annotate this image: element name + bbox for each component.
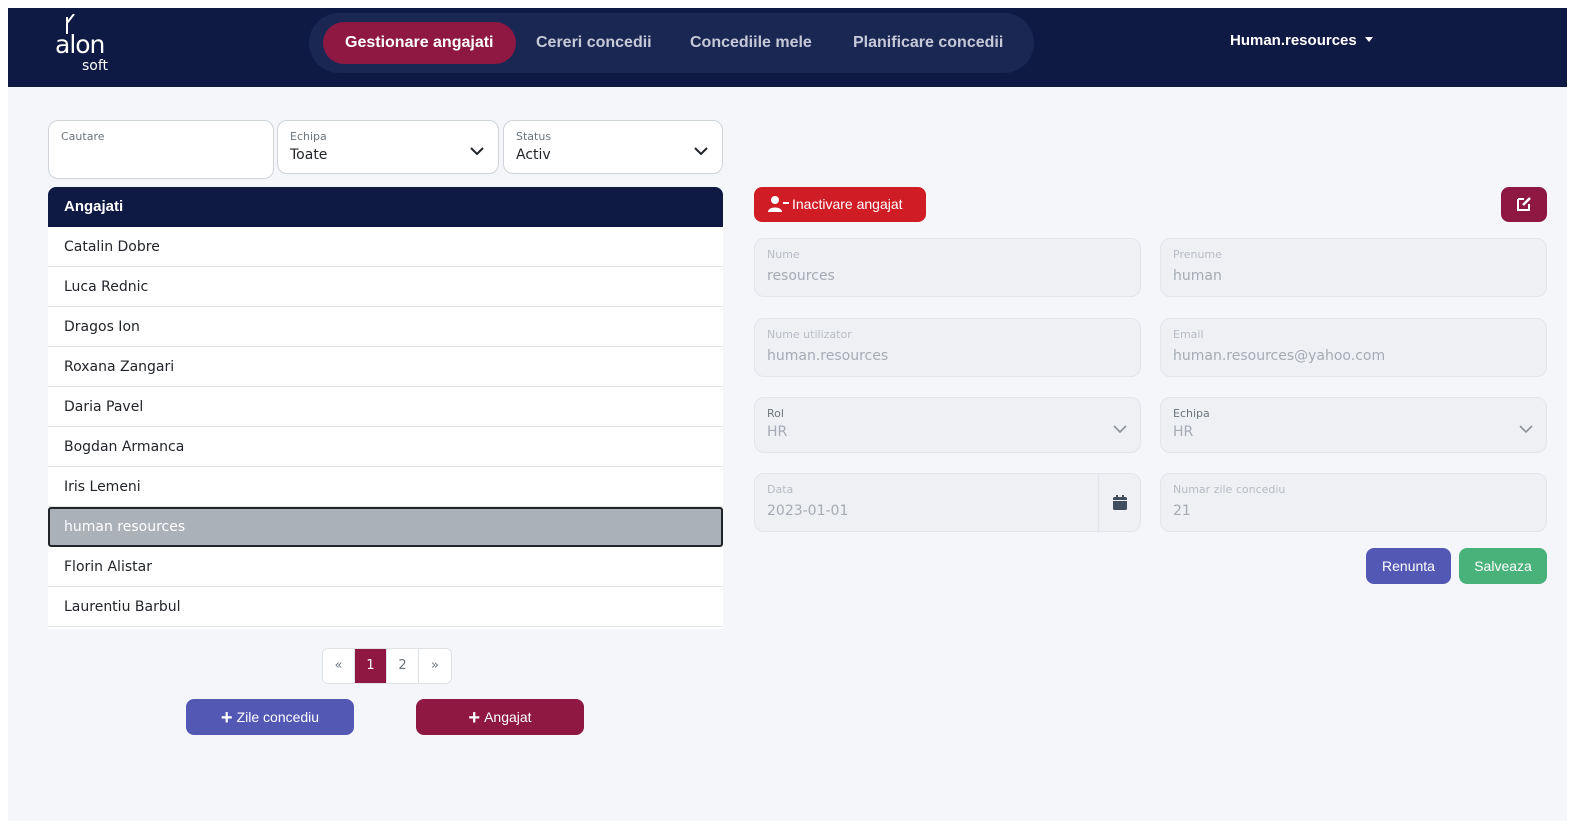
employee-row[interactable]: Florin Alistar xyxy=(48,547,723,587)
role-select[interactable]: Rol HR xyxy=(754,397,1141,453)
employee-row[interactable]: Bogdan Armanca xyxy=(48,427,723,467)
add-employee-label: Angajat xyxy=(484,709,532,725)
app-window: alon soft Gestionare angajati Cereri con… xyxy=(8,8,1567,821)
date-input[interactable]: 2023-01-01 xyxy=(767,503,848,519)
role-label: Rol xyxy=(767,407,784,420)
first-name-input[interactable]: human xyxy=(1173,268,1222,284)
nav-concediile-mele[interactable]: Concediile mele xyxy=(690,22,812,64)
user-name: Human.resources xyxy=(1230,32,1357,49)
last-name-label: Nume xyxy=(767,248,800,261)
user-menu-dropdown[interactable]: Human.resources xyxy=(1230,32,1373,49)
employee-list-header: Angajati xyxy=(48,187,723,227)
last-name-input[interactable]: resources xyxy=(767,268,835,284)
pagination-page-1[interactable]: 1 xyxy=(355,649,387,683)
logo-subtext: soft xyxy=(82,58,109,74)
add-leave-days-button[interactable]: + Zile concediu xyxy=(186,699,354,735)
pagination: « 1 2 » xyxy=(322,648,452,684)
team-filter-value: Toate xyxy=(290,147,328,163)
add-leave-days-label: Zile concediu xyxy=(236,709,320,725)
inactivate-employee-label: Inactivare angajat xyxy=(792,196,903,212)
main-nav: Gestionare angajati Cereri concedii Conc… xyxy=(309,13,1034,73)
team-value: HR xyxy=(1173,424,1194,440)
email-input[interactable]: human.resources@yahoo.com xyxy=(1173,348,1385,364)
last-name-field[interactable]: Nume resources xyxy=(754,238,1141,297)
plus-icon: + xyxy=(220,707,233,729)
team-filter-select[interactable]: Echipa Toate xyxy=(277,120,499,174)
pagination-prev-button[interactable]: « xyxy=(323,649,355,683)
leave-days-input[interactable]: 21 xyxy=(1173,503,1191,519)
team-select[interactable]: Echipa HR xyxy=(1160,397,1547,453)
user-minus-icon xyxy=(768,196,789,212)
email-field[interactable]: Email human.resources@yahoo.com xyxy=(1160,318,1547,377)
username-label: Nume utilizator xyxy=(767,328,852,341)
status-filter-label: Status xyxy=(516,130,552,143)
calendar-icon xyxy=(1113,495,1127,510)
employee-row[interactable]: Roxana Zangari xyxy=(48,347,723,387)
chevron-down-icon xyxy=(1113,425,1127,434)
pagination-page-2[interactable]: 2 xyxy=(387,649,419,683)
first-name-label: Prenume xyxy=(1173,248,1222,261)
alonsoft-logo[interactable]: alon soft xyxy=(52,14,122,76)
employee-row-selected[interactable]: human resources xyxy=(48,507,723,547)
leave-days-label: Numar zile concediu xyxy=(1173,483,1286,496)
nav-cereri-concedii[interactable]: Cereri concedii xyxy=(536,22,652,64)
employee-row[interactable]: Daria Pavel xyxy=(48,387,723,427)
date-field[interactable]: Data 2023-01-01 xyxy=(754,473,1141,533)
employee-row[interactable]: Luca Rednic xyxy=(48,267,723,307)
email-label: Email xyxy=(1173,328,1204,341)
status-filter-select[interactable]: Status Activ xyxy=(503,120,723,174)
username-field[interactable]: Nume utilizator human.resources xyxy=(754,318,1141,377)
status-filter-value: Activ xyxy=(516,147,551,163)
caret-down-icon xyxy=(1364,37,1373,42)
chevron-down-icon xyxy=(694,147,708,156)
add-employee-button[interactable]: + Angajat xyxy=(416,699,584,735)
nav-planificare-concedii[interactable]: Planificare concedii xyxy=(853,22,1003,64)
pagination-next-button[interactable]: » xyxy=(419,649,451,683)
first-name-field[interactable]: Prenume human xyxy=(1160,238,1547,297)
chevron-down-icon xyxy=(1519,425,1533,434)
inactivate-employee-button[interactable]: Inactivare angajat xyxy=(754,187,926,222)
employee-row[interactable]: Laurentiu Barbul xyxy=(48,587,723,627)
cancel-button[interactable]: Renunta xyxy=(1366,548,1451,584)
edit-button[interactable] xyxy=(1501,187,1547,222)
plus-icon: + xyxy=(468,707,481,729)
role-value: HR xyxy=(767,424,788,440)
employee-row[interactable]: Catalin Dobre xyxy=(48,227,723,267)
chevron-down-icon xyxy=(470,147,484,156)
save-button[interactable]: Salveaza xyxy=(1459,548,1547,584)
calendar-button[interactable] xyxy=(1098,474,1140,533)
team-label: Echipa xyxy=(1173,407,1210,420)
date-label: Data xyxy=(767,483,794,496)
username-input[interactable]: human.resources xyxy=(767,348,888,364)
edit-icon xyxy=(1517,197,1531,211)
nav-gestionare-angajati[interactable]: Gestionare angajati xyxy=(323,22,516,64)
team-filter-label: Echipa xyxy=(290,130,327,143)
search-label: Cautare xyxy=(61,130,105,143)
top-navbar: alon soft Gestionare angajati Cereri con… xyxy=(8,8,1567,87)
employee-row[interactable]: Iris Lemeni xyxy=(48,467,723,507)
employee-row[interactable]: Dragos Ion xyxy=(48,307,723,347)
search-field[interactable]: Cautare xyxy=(48,120,274,179)
logo-text: alon xyxy=(55,30,105,59)
leave-days-field[interactable]: Numar zile concediu 21 xyxy=(1160,473,1547,532)
employee-list: Angajati Catalin Dobre Luca Rednic Drago… xyxy=(48,187,723,629)
